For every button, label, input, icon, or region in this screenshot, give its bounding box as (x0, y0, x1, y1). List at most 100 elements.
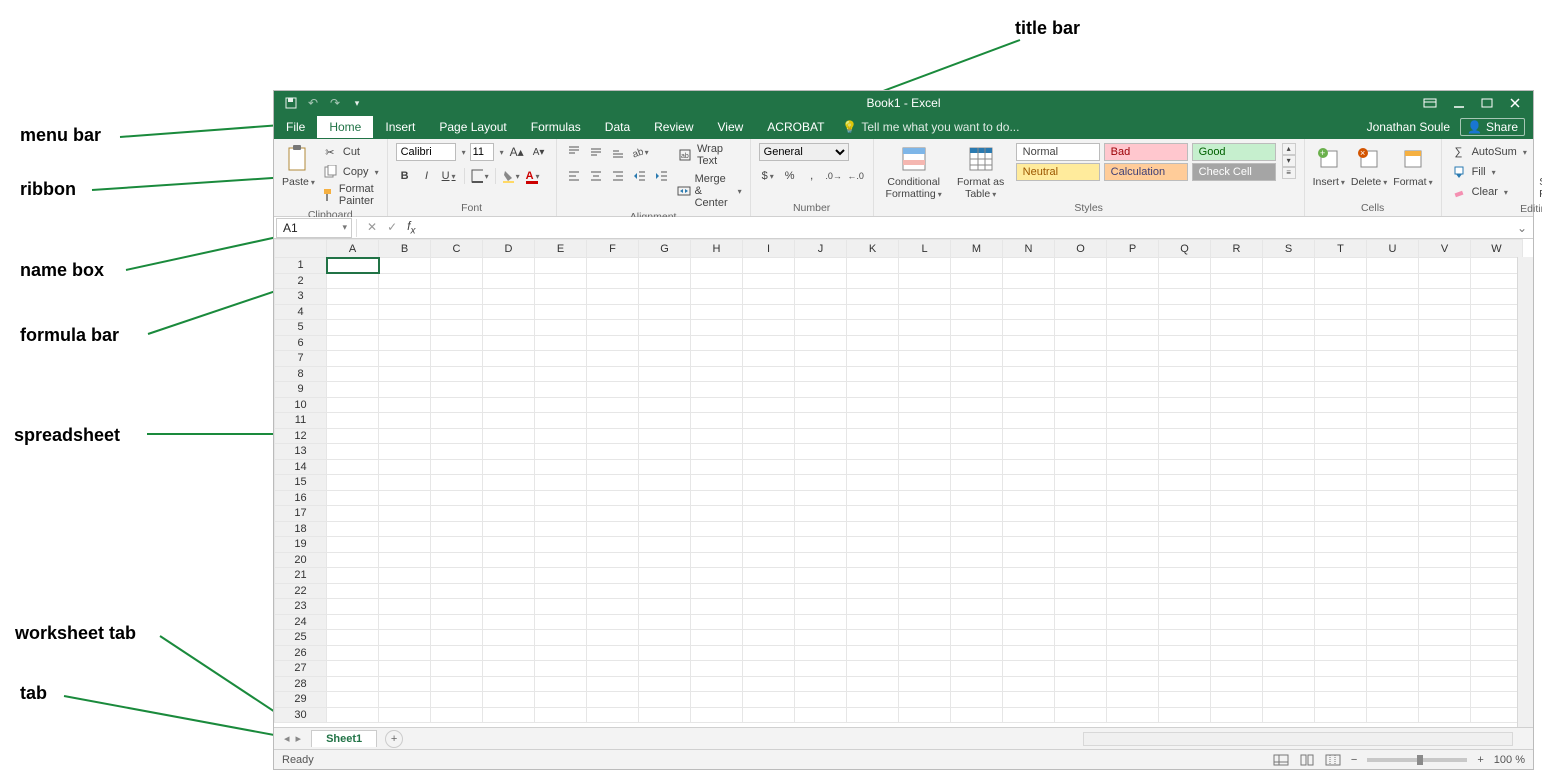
cell-N25[interactable] (1003, 630, 1055, 646)
cell-H19[interactable] (691, 537, 743, 553)
cell-A9[interactable] (327, 382, 379, 398)
cell-S16[interactable] (1263, 490, 1315, 506)
cell-E2[interactable] (535, 273, 587, 289)
cell-P3[interactable] (1107, 289, 1159, 305)
cell-I24[interactable] (743, 614, 795, 630)
cell-S6[interactable] (1263, 335, 1315, 351)
cell-F21[interactable] (587, 568, 639, 584)
row-header-9[interactable]: 9 (275, 382, 327, 398)
cell-I11[interactable] (743, 413, 795, 429)
col-header-P[interactable]: P (1107, 240, 1159, 258)
cell-I10[interactable] (743, 397, 795, 413)
cell-G27[interactable] (639, 661, 691, 677)
cell-G13[interactable] (639, 444, 691, 460)
cell-R1[interactable] (1211, 258, 1263, 274)
cell-S23[interactable] (1263, 599, 1315, 615)
row-header-30[interactable]: 30 (275, 707, 327, 723)
col-header-L[interactable]: L (899, 240, 951, 258)
new-sheet-button[interactable]: + (385, 730, 403, 748)
cell-G30[interactable] (639, 707, 691, 723)
cell-G26[interactable] (639, 645, 691, 661)
cell-H13[interactable] (691, 444, 743, 460)
cell-C12[interactable] (431, 428, 483, 444)
row-header-20[interactable]: 20 (275, 552, 327, 568)
row-header-8[interactable]: 8 (275, 366, 327, 382)
cell-Q18[interactable] (1159, 521, 1211, 537)
cell-A18[interactable] (327, 521, 379, 537)
cell-R11[interactable] (1211, 413, 1263, 429)
row-header-5[interactable]: 5 (275, 320, 327, 336)
cell-N23[interactable] (1003, 599, 1055, 615)
cell-G19[interactable] (639, 537, 691, 553)
cell-E14[interactable] (535, 459, 587, 475)
cell-J11[interactable] (795, 413, 847, 429)
cell-L6[interactable] (899, 335, 951, 351)
cell-P1[interactable] (1107, 258, 1159, 274)
font-color-button[interactable]: A (524, 167, 542, 185)
cell-L14[interactable] (899, 459, 951, 475)
cell-G23[interactable] (639, 599, 691, 615)
cell-F24[interactable] (587, 614, 639, 630)
cell-O23[interactable] (1055, 599, 1107, 615)
cell-Q30[interactable] (1159, 707, 1211, 723)
cell-K1[interactable] (847, 258, 899, 274)
cell-T22[interactable] (1315, 583, 1367, 599)
cell-G20[interactable] (639, 552, 691, 568)
cell-R8[interactable] (1211, 366, 1263, 382)
cell-P24[interactable] (1107, 614, 1159, 630)
cell-O16[interactable] (1055, 490, 1107, 506)
cell-D21[interactable] (483, 568, 535, 584)
cell-H20[interactable] (691, 552, 743, 568)
view-page-layout-icon[interactable] (1299, 754, 1315, 766)
cell-V16[interactable] (1419, 490, 1471, 506)
cell-O18[interactable] (1055, 521, 1107, 537)
cell-Q26[interactable] (1159, 645, 1211, 661)
cell-N16[interactable] (1003, 490, 1055, 506)
row-header-18[interactable]: 18 (275, 521, 327, 537)
cell-T25[interactable] (1315, 630, 1367, 646)
cell-T15[interactable] (1315, 475, 1367, 491)
cell-F17[interactable] (587, 506, 639, 522)
cell-E21[interactable] (535, 568, 587, 584)
share-button[interactable]: 👤 Share (1460, 118, 1525, 136)
cell-P7[interactable] (1107, 351, 1159, 367)
cell-F13[interactable] (587, 444, 639, 460)
cell-N20[interactable] (1003, 552, 1055, 568)
cell-M2[interactable] (951, 273, 1003, 289)
cell-K23[interactable] (847, 599, 899, 615)
cell-O4[interactable] (1055, 304, 1107, 320)
cell-M24[interactable] (951, 614, 1003, 630)
cell-A28[interactable] (327, 676, 379, 692)
cell-A27[interactable] (327, 661, 379, 677)
cell-N13[interactable] (1003, 444, 1055, 460)
cell-B3[interactable] (379, 289, 431, 305)
cell-U27[interactable] (1367, 661, 1419, 677)
cell-B28[interactable] (379, 676, 431, 692)
cell-F4[interactable] (587, 304, 639, 320)
cell-L11[interactable] (899, 413, 951, 429)
cell-U16[interactable] (1367, 490, 1419, 506)
align-top-icon[interactable] (565, 143, 583, 161)
fill-color-button[interactable] (502, 167, 520, 185)
cell-L12[interactable] (899, 428, 951, 444)
cell-E19[interactable] (535, 537, 587, 553)
cell-S5[interactable] (1263, 320, 1315, 336)
col-header-N[interactable]: N (1003, 240, 1055, 258)
cell-R9[interactable] (1211, 382, 1263, 398)
zoom-level[interactable]: 100 % (1494, 754, 1525, 766)
cell-K14[interactable] (847, 459, 899, 475)
cell-W13[interactable] (1471, 444, 1523, 460)
cell-D5[interactable] (483, 320, 535, 336)
view-normal-icon[interactable] (1273, 754, 1289, 766)
cell-K13[interactable] (847, 444, 899, 460)
increase-decimal-button[interactable]: .0→ (825, 167, 843, 185)
cut-button[interactable]: ✂Cut (321, 143, 379, 161)
cell-P6[interactable] (1107, 335, 1159, 351)
cell-G28[interactable] (639, 676, 691, 692)
menu-tab-review[interactable]: Review (642, 116, 705, 138)
cell-F28[interactable] (587, 676, 639, 692)
cell-T6[interactable] (1315, 335, 1367, 351)
cell-W24[interactable] (1471, 614, 1523, 630)
zoom-out-button[interactable]: − (1351, 754, 1357, 766)
cell-D3[interactable] (483, 289, 535, 305)
